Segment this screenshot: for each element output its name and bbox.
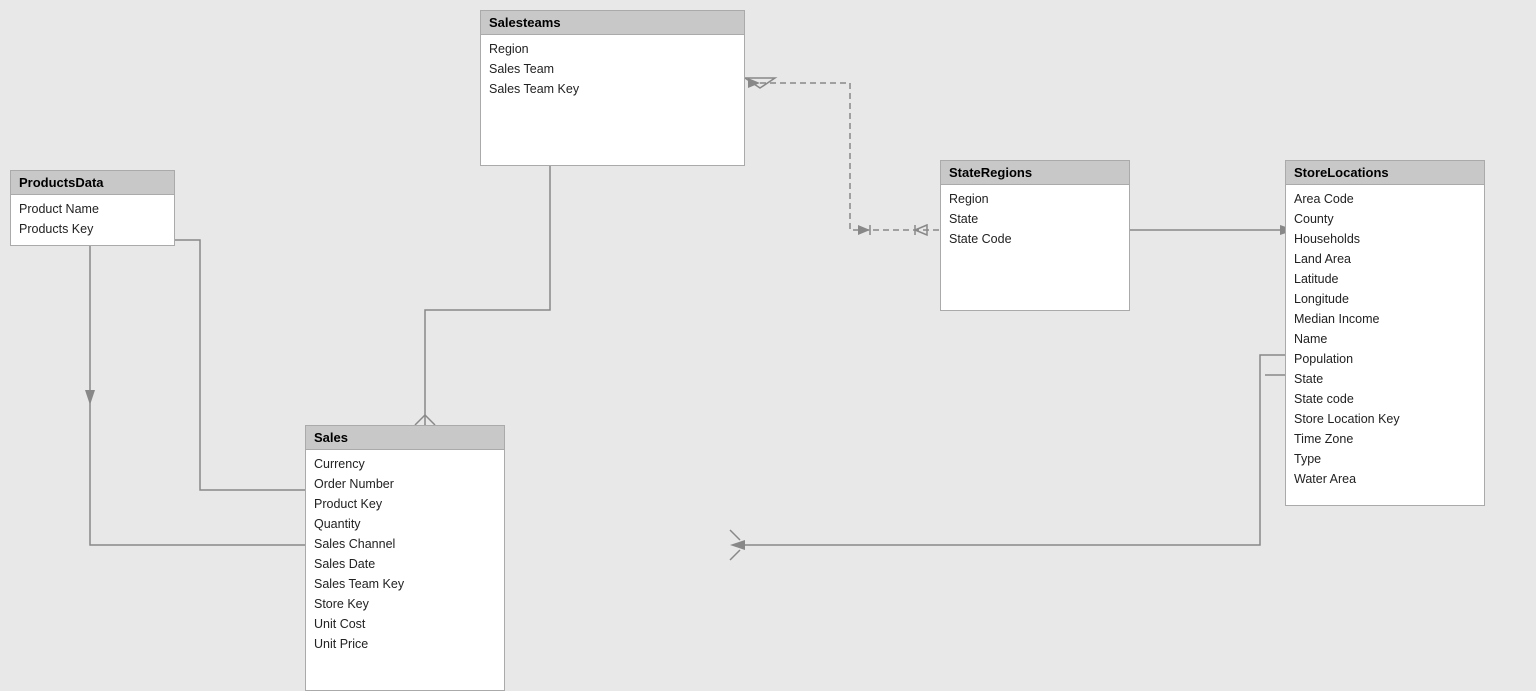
field-state-sl: State bbox=[1294, 369, 1476, 389]
salesteams-header: Salesteams bbox=[481, 11, 744, 35]
field-households: Households bbox=[1294, 229, 1476, 249]
arrow-sales-right bbox=[730, 540, 745, 550]
productsdata-fields: Product Name Products Key bbox=[11, 195, 174, 245]
crows-foot-2 bbox=[425, 415, 435, 425]
crows-foot-1 bbox=[415, 415, 425, 425]
field-product-key: Product Key bbox=[314, 494, 496, 514]
products-sales-line bbox=[90, 240, 305, 545]
field-state-code-sl: State code bbox=[1294, 389, 1476, 409]
field-product-name: Product Name bbox=[19, 199, 166, 219]
storelocations-fields: Area Code County Households Land Area La… bbox=[1286, 185, 1484, 495]
field-order-number: Order Number bbox=[314, 474, 496, 494]
entity-storelocations: StoreLocations Area Code County Househol… bbox=[1285, 160, 1485, 506]
field-land-area: Land Area bbox=[1294, 249, 1476, 269]
entity-salesteams: Salesteams Region Sales Team Sales Team … bbox=[480, 10, 745, 166]
field-population: Population bbox=[1294, 349, 1476, 369]
sales-header: Sales bbox=[306, 426, 504, 450]
field-sales-team-key: Sales Team Key bbox=[489, 79, 736, 99]
field-time-zone: Time Zone bbox=[1294, 429, 1476, 449]
field-sales-date: Sales Date bbox=[314, 554, 496, 574]
productsdata-header: ProductsData bbox=[11, 171, 174, 195]
field-unit-cost: Unit Cost bbox=[314, 614, 496, 634]
field-region-st: Region bbox=[489, 39, 736, 59]
entity-stateregions: StateRegions Region State State Code bbox=[940, 160, 1130, 311]
field-state-sr: State bbox=[949, 209, 1121, 229]
field-store-location-key: Store Location Key bbox=[1294, 409, 1476, 429]
entity-sales: Sales Currency Order Number Product Key … bbox=[305, 425, 505, 691]
field-area-code: Area Code bbox=[1294, 189, 1476, 209]
storelocations-sales-line bbox=[740, 355, 1285, 545]
field-quantity: Quantity bbox=[314, 514, 496, 534]
field-region-sr: Region bbox=[949, 189, 1121, 209]
dashed-bowtie-left bbox=[915, 225, 927, 235]
crows-foot-r2 bbox=[730, 550, 740, 560]
salesteams-fields: Region Sales Team Sales Team Key bbox=[481, 35, 744, 105]
stateregions-header: StateRegions bbox=[941, 161, 1129, 185]
arrow-products-down bbox=[85, 390, 95, 405]
field-water-area: Water Area bbox=[1294, 469, 1476, 489]
storelocations-header: StoreLocations bbox=[1286, 161, 1484, 185]
field-currency: Currency bbox=[314, 454, 496, 474]
dashed-arrow-right bbox=[858, 225, 870, 235]
entity-productsdata: ProductsData Product Name Products Key bbox=[10, 170, 175, 246]
sales-fields: Currency Order Number Product Key Quanti… bbox=[306, 450, 504, 660]
arrow-salesteams-right bbox=[748, 78, 760, 88]
field-sales-team: Sales Team bbox=[489, 59, 736, 79]
stateregions-fields: Region State State Code bbox=[941, 185, 1129, 255]
field-longitude: Longitude bbox=[1294, 289, 1476, 309]
diagram-canvas: ProductsData Product Name Products Key S… bbox=[0, 0, 1536, 683]
field-name-sl: Name bbox=[1294, 329, 1476, 349]
field-products-key: Products Key bbox=[19, 219, 166, 239]
field-store-key: Store Key bbox=[314, 594, 496, 614]
crows-foot-r1 bbox=[730, 530, 740, 540]
field-unit-price: Unit Price bbox=[314, 634, 496, 654]
field-sales-team-key-s: Sales Team Key bbox=[314, 574, 496, 594]
salesteams-arrow-out bbox=[745, 78, 775, 88]
field-sales-channel: Sales Channel bbox=[314, 534, 496, 554]
field-type: Type bbox=[1294, 449, 1476, 469]
field-state-code-sr: State Code bbox=[949, 229, 1121, 249]
field-median-income: Median Income bbox=[1294, 309, 1476, 329]
field-county: County bbox=[1294, 209, 1476, 229]
sales-products-line bbox=[170, 240, 305, 490]
dashed-salesteams-stateregions bbox=[760, 83, 940, 230]
field-latitude: Latitude bbox=[1294, 269, 1476, 289]
